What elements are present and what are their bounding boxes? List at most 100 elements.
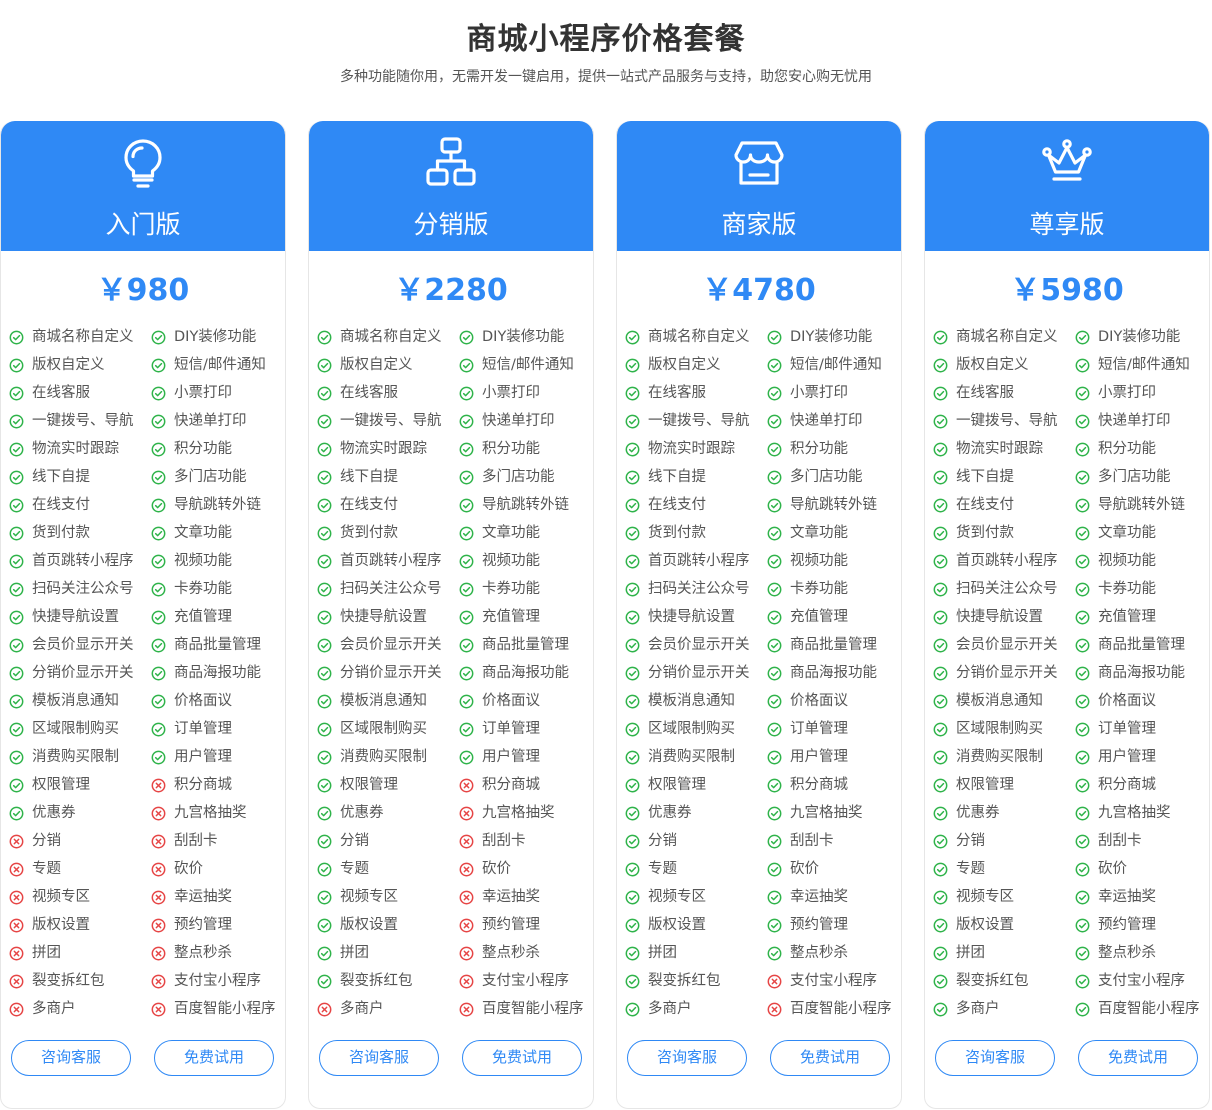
feature-label: 文章功能 (1098, 525, 1156, 541)
consult-button[interactable]: 咨询客服 (935, 1040, 1055, 1076)
feature-label: 用户管理 (790, 749, 848, 765)
feature-label: 九宫格抽奖 (174, 805, 247, 821)
feature-label: 裂变拆红包 (956, 973, 1029, 989)
feature-item: 权限管理 (933, 771, 1014, 799)
consult-button[interactable]: 咨询客服 (319, 1040, 439, 1076)
feature-item: 商城名称自定义 (933, 323, 1058, 351)
plan-price: ￥980 (96, 273, 190, 308)
check-circle-icon (767, 582, 782, 597)
feature-item: 导航跳转外链 (459, 491, 569, 519)
feature-label: 砍价 (174, 861, 203, 877)
feature-item: 货到付款 (317, 519, 398, 547)
feature-row: 商城名称自定义 DIY装修功能 (625, 323, 901, 351)
feature-row: 区域限制购买 订单管理 (625, 715, 901, 743)
feature-item: 分销价显示开关 (625, 659, 750, 687)
page-subtitle: 多种功能随你用，无需开发一键启用，提供一站式产品服务与支持，助您安心购无忧用 (340, 69, 872, 85)
free-trial-button[interactable]: 免费试用 (770, 1040, 890, 1076)
feature-label: 多门店功能 (482, 469, 555, 485)
feature-item: 砍价 (767, 855, 819, 883)
feature-item: 多商户 (9, 995, 76, 1023)
check-circle-icon (767, 778, 782, 793)
feature-row: 货到付款 文章功能 (9, 519, 285, 547)
free-trial-button[interactable]: 免费试用 (154, 1040, 274, 1076)
feature-row: 模板消息通知 价格面议 (933, 687, 1209, 715)
feature-item: 多商户 (317, 995, 384, 1023)
plan-header: 入门版 (1, 121, 285, 251)
consult-button[interactable]: 咨询客服 (627, 1040, 747, 1076)
plan-actions: 咨询客服 免费试用 (617, 1040, 901, 1078)
check-circle-icon (625, 946, 640, 961)
feature-item: 视频功能 (1075, 547, 1156, 575)
feature-label: 价格面议 (790, 693, 848, 709)
feature-label: 版权设置 (648, 917, 706, 933)
feature-item: 在线客服 (317, 379, 398, 407)
check-circle-icon (9, 610, 24, 625)
feature-row: 版权自定义 短信/邮件通知 (625, 351, 901, 379)
feature-item: 消费购买限制 (317, 743, 427, 771)
feature-item: 文章功能 (459, 519, 540, 547)
feature-label: 九宫格抽奖 (1098, 805, 1171, 821)
check-circle-icon (9, 750, 24, 765)
feature-label: 版权自定义 (32, 357, 105, 373)
feature-row: 商城名称自定义 DIY装修功能 (317, 323, 593, 351)
x-circle-icon (459, 834, 474, 849)
feature-label: 在线客服 (340, 385, 398, 401)
sitemap-icon (425, 135, 477, 191)
feature-label: 权限管理 (648, 777, 706, 793)
feature-label: 版权自定义 (340, 357, 413, 373)
check-circle-icon (767, 498, 782, 513)
feature-row: 优惠券 九宫格抽奖 (933, 799, 1209, 827)
feature-label: 视频功能 (174, 553, 232, 569)
check-circle-icon (625, 610, 640, 625)
x-circle-icon (9, 974, 24, 989)
feature-item: 导航跳转外链 (767, 491, 877, 519)
check-circle-icon (767, 946, 782, 961)
feature-row: 拼团 整点秒杀 (317, 939, 593, 967)
free-trial-button[interactable]: 免费试用 (462, 1040, 582, 1076)
check-circle-icon (1075, 862, 1090, 877)
check-circle-icon (625, 694, 640, 709)
feature-row: 优惠券 九宫格抽奖 (317, 799, 593, 827)
check-circle-icon (767, 694, 782, 709)
feature-label: 卡券功能 (482, 581, 540, 597)
feature-label: 会员价显示开关 (648, 637, 750, 653)
feature-item: 卡券功能 (1075, 575, 1156, 603)
feature-label: 拼团 (340, 945, 369, 961)
feature-row: 分销价显示开关 商品海报功能 (9, 659, 285, 687)
feature-item: 整点秒杀 (459, 939, 540, 967)
feature-label: 权限管理 (340, 777, 398, 793)
feature-row: 区域限制购买 订单管理 (317, 715, 593, 743)
check-circle-icon (9, 638, 24, 653)
feature-item: 视频专区 (625, 883, 706, 911)
feature-label: 幸运抽奖 (174, 889, 232, 905)
consult-button[interactable]: 咨询客服 (11, 1040, 131, 1076)
feature-item: 订单管理 (767, 715, 848, 743)
feature-item: 权限管理 (625, 771, 706, 799)
check-circle-icon (625, 666, 640, 681)
feature-item: 百度智能小程序 (767, 995, 892, 1023)
free-trial-button[interactable]: 免费试用 (1078, 1040, 1198, 1076)
feature-label: 商城名称自定义 (32, 329, 134, 345)
plan-card-distribution: 分销版 ￥2280 商城名称自定义 DIY装修功能 版权自定义 短信/邮件通知 在线客服… (308, 121, 594, 1109)
check-circle-icon (1075, 778, 1090, 793)
feature-label: 分销价显示开关 (956, 665, 1058, 681)
check-circle-icon (1075, 414, 1090, 429)
check-circle-icon (151, 750, 166, 765)
feature-item: 视频功能 (767, 547, 848, 575)
check-circle-icon (625, 554, 640, 569)
feature-label: 百度智能小程序 (482, 1001, 584, 1017)
feature-label: 快递单打印 (174, 413, 247, 429)
feature-row: 视频专区 幸运抽奖 (933, 883, 1209, 911)
feature-row: 在线客服 小票打印 (625, 379, 901, 407)
feature-label: 快捷导航设置 (648, 609, 735, 625)
check-circle-icon (625, 386, 640, 401)
feature-row: 消费购买限制 用户管理 (625, 743, 901, 771)
feature-label: 价格面议 (174, 693, 232, 709)
check-circle-icon (317, 862, 332, 877)
feature-item: 积分功能 (767, 435, 848, 463)
feature-label: 在线支付 (340, 497, 398, 513)
feature-label: 区域限制购买 (340, 721, 427, 737)
feature-row: 消费购买限制 用户管理 (9, 743, 285, 771)
feature-row: 专题 砍价 (625, 855, 901, 883)
check-circle-icon (151, 666, 166, 681)
